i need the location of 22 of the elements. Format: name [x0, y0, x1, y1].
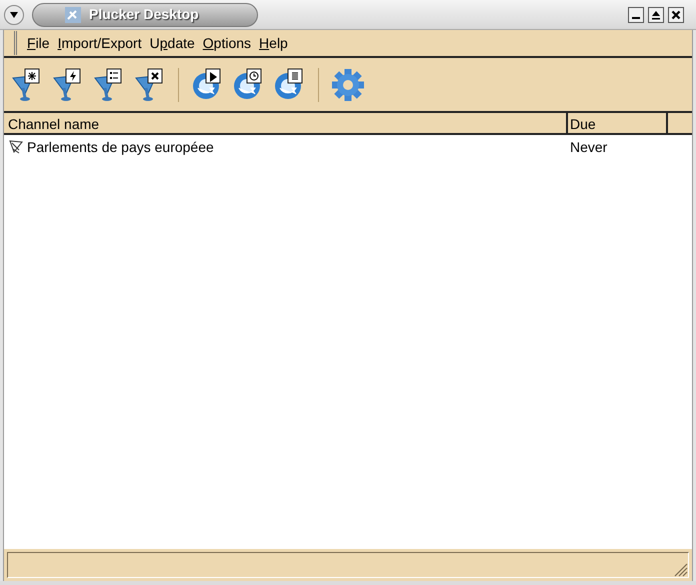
table-cell-text: Never: [570, 138, 608, 156]
menu-item[interactable]: Options: [198, 31, 256, 55]
maximize-button[interactable]: [648, 6, 664, 22]
caret-icon: [9, 10, 19, 18]
close-icon: [671, 10, 681, 20]
gear-icon: [331, 68, 365, 102]
menu-item[interactable]: File: [23, 31, 54, 55]
minimize-button[interactable]: [628, 6, 644, 22]
app-icon: [65, 6, 81, 22]
maximize-icon: [651, 10, 661, 20]
window-title: Plucker Desktop: [89, 5, 199, 24]
table-cell-text: Parlements de pays européee: [27, 138, 214, 157]
window-menu-button[interactable]: [4, 4, 24, 24]
column-header[interactable]: Due: [568, 113, 668, 133]
menu-item[interactable]: Update: [146, 31, 199, 55]
close-button[interactable]: [668, 6, 684, 22]
minimize-icon: [632, 16, 640, 18]
resize-grip-icon[interactable]: [672, 561, 688, 577]
menu-item[interactable]: Help: [255, 31, 292, 55]
column-header[interactable]: Channel name: [4, 113, 568, 133]
menu-item[interactable]: Import/Export: [54, 31, 146, 55]
satellite-dish-icon: [9, 140, 23, 154]
